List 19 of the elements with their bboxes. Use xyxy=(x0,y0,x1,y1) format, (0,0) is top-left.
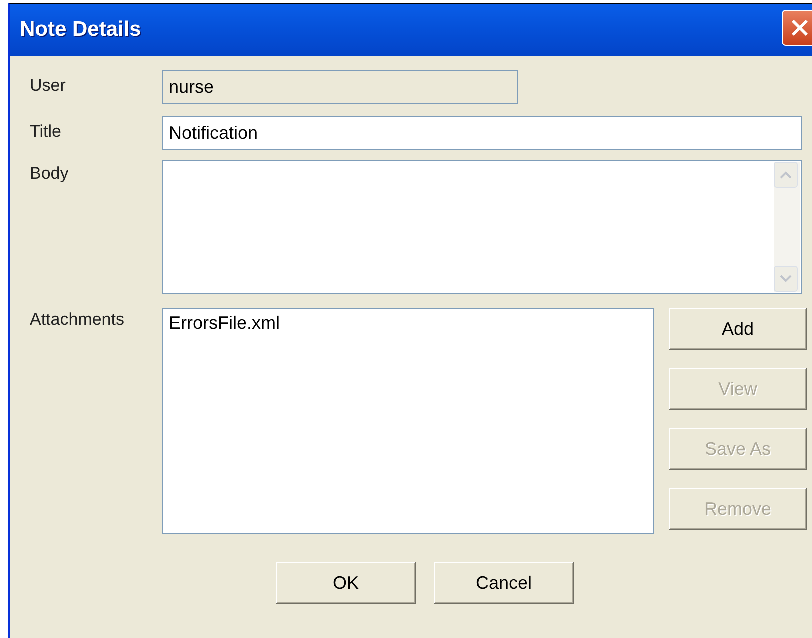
field-label: User xyxy=(30,75,67,96)
chevron-up-icon xyxy=(780,171,792,179)
scroll-up-button[interactable] xyxy=(774,162,798,188)
close-icon xyxy=(790,18,810,38)
title-field[interactable]: Notification xyxy=(162,116,802,150)
attachments-list[interactable]: ErrorsFile.xml xyxy=(162,308,654,534)
scroll-down-button[interactable] xyxy=(774,266,798,292)
field-label: Attachments xyxy=(30,309,126,330)
dialog-button[interactable]: Cancel xyxy=(434,562,574,604)
chevron-down-icon xyxy=(780,275,792,283)
body-field[interactable] xyxy=(162,160,802,294)
attachment-item[interactable]: ErrorsFile.xml xyxy=(169,313,280,334)
window-title: Note Details xyxy=(20,18,142,42)
close-button[interactable] xyxy=(782,10,812,46)
field-label: Title xyxy=(30,121,62,142)
user-field[interactable]: nurse xyxy=(162,70,518,104)
dialog-button[interactable]: OK xyxy=(276,562,416,604)
attachment-button[interactable]: Add xyxy=(669,308,807,350)
field-label: Body xyxy=(30,163,70,184)
